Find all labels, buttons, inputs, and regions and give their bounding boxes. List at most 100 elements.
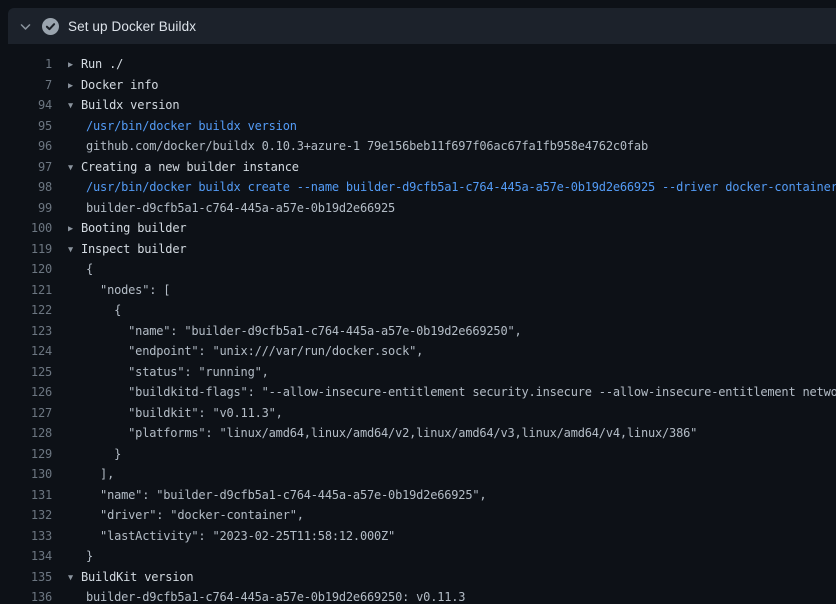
- line-number[interactable]: 126: [0, 382, 52, 403]
- log-group-line[interactable]: 97 ▼Creating a new builder instance: [0, 157, 836, 178]
- line-content: "platforms": "linux/amd64,linux/amd64/v2…: [68, 423, 836, 444]
- log-group-line[interactable]: 119 ▼Inspect builder: [0, 239, 836, 260]
- line-number[interactable]: 100: [0, 218, 52, 239]
- log-line: 123 "name": "builder-d9cfb5a1-c764-445a-…: [0, 321, 836, 342]
- line-number[interactable]: 99: [0, 198, 52, 219]
- log-line: 129 }: [0, 444, 836, 465]
- log-group-line[interactable]: 1 ▶Run ./: [0, 54, 836, 75]
- command-text: /usr/bin/docker buildx version: [86, 119, 297, 133]
- log-line: 120 {: [0, 259, 836, 280]
- triangle-expanded-icon[interactable]: ▼: [68, 568, 81, 588]
- output-text: "lastActivity": "2023-02-25T11:58:12.000…: [86, 529, 395, 543]
- triangle-collapsed-icon[interactable]: ▶: [68, 55, 81, 75]
- output-text: ],: [86, 467, 114, 481]
- group-title: Inspect builder: [81, 242, 186, 256]
- line-number[interactable]: 1: [0, 54, 52, 75]
- group-title: Buildx version: [81, 98, 179, 112]
- line-content: "buildkitd-flags": "--allow-insecure-ent…: [68, 382, 836, 403]
- line-content: /usr/bin/docker buildx version: [68, 116, 836, 137]
- output-text: "endpoint": "unix:///var/run/docker.sock…: [86, 344, 423, 358]
- log-line: 133 "lastActivity": "2023-02-25T11:58:12…: [0, 526, 836, 547]
- line-number[interactable]: 132: [0, 505, 52, 526]
- log-line: 95/usr/bin/docker buildx version: [0, 116, 836, 137]
- output-text: "driver": "docker-container",: [86, 508, 304, 522]
- output-text: {: [86, 303, 121, 317]
- triangle-expanded-icon[interactable]: ▼: [68, 158, 81, 178]
- output-text: "platforms": "linux/amd64,linux/amd64/v2…: [86, 426, 697, 440]
- triangle-expanded-icon[interactable]: ▼: [68, 96, 81, 116]
- output-text: "status": "running",: [86, 365, 269, 379]
- line-number[interactable]: 96: [0, 136, 52, 157]
- line-content: "status": "running",: [68, 362, 836, 383]
- output-text: "name": "builder-d9cfb5a1-c764-445a-a57e…: [86, 324, 522, 338]
- line-number[interactable]: 7: [0, 75, 52, 96]
- line-content: "driver": "docker-container",: [68, 505, 836, 526]
- log-line: 122 {: [0, 300, 836, 321]
- line-number[interactable]: 134: [0, 546, 52, 567]
- line-number[interactable]: 125: [0, 362, 52, 383]
- log-line: 98/usr/bin/docker buildx create --name b…: [0, 177, 836, 198]
- line-number[interactable]: 119: [0, 239, 52, 260]
- line-number[interactable]: 120: [0, 259, 52, 280]
- line-number[interactable]: 130: [0, 464, 52, 485]
- command-text: /usr/bin/docker buildx create --name bui…: [86, 180, 836, 194]
- output-text: "buildkit": "v0.11.3",: [86, 406, 283, 420]
- log-line: 130 ],: [0, 464, 836, 485]
- output-text: {: [86, 262, 93, 276]
- output-text: "buildkitd-flags": "--allow-insecure-ent…: [86, 385, 836, 399]
- line-number[interactable]: 133: [0, 526, 52, 547]
- line-number[interactable]: 131: [0, 485, 52, 506]
- line-number[interactable]: 121: [0, 280, 52, 301]
- log-line: 132 "driver": "docker-container",: [0, 505, 836, 526]
- line-number[interactable]: 129: [0, 444, 52, 465]
- line-number[interactable]: 128: [0, 423, 52, 444]
- group-line-content: ▶Run ./: [68, 54, 836, 75]
- log-viewer: 1▶Run ./7▶Docker info94▼Buildx version95…: [0, 44, 836, 604]
- line-number[interactable]: 127: [0, 403, 52, 424]
- log-group-line[interactable]: 7 ▶Docker info: [0, 75, 836, 96]
- output-text: "nodes": [: [86, 283, 170, 297]
- chevron-down-icon[interactable]: [8, 20, 42, 33]
- group-title: Booting builder: [81, 221, 186, 235]
- line-number[interactable]: 135: [0, 567, 52, 588]
- line-number[interactable]: 98: [0, 177, 52, 198]
- group-line-content: ▶Booting builder: [68, 218, 836, 239]
- log-line: 127 "buildkit": "v0.11.3",: [0, 403, 836, 424]
- line-content: builder-d9cfb5a1-c764-445a-a57e-0b19d2e6…: [68, 587, 836, 604]
- log-group-line[interactable]: 135 ▼BuildKit version: [0, 567, 836, 588]
- group-line-content: ▼Inspect builder: [68, 239, 836, 260]
- log-line: 126 "buildkitd-flags": "--allow-insecure…: [0, 382, 836, 403]
- log-line: 96 github.com/docker/buildx 0.10.3+azure-…: [0, 136, 836, 157]
- line-number[interactable]: 124: [0, 341, 52, 362]
- triangle-collapsed-icon[interactable]: ▶: [68, 76, 81, 96]
- line-content: /usr/bin/docker buildx create --name bui…: [68, 177, 836, 198]
- line-number[interactable]: 95: [0, 116, 52, 137]
- group-title: Docker info: [81, 78, 158, 92]
- line-content: }: [68, 444, 836, 465]
- line-content: "name": "builder-d9cfb5a1-c764-445a-a57e…: [68, 321, 836, 342]
- line-number[interactable]: 122: [0, 300, 52, 321]
- triangle-collapsed-icon[interactable]: ▶: [68, 219, 81, 239]
- log-line: 124 "endpoint": "unix:///var/run/docker.…: [0, 341, 836, 362]
- line-number[interactable]: 94: [0, 95, 52, 116]
- log-line: 128 "platforms": "linux/amd64,linux/amd6…: [0, 423, 836, 444]
- group-title: Creating a new builder instance: [81, 160, 299, 174]
- line-content: "lastActivity": "2023-02-25T11:58:12.000…: [68, 526, 836, 547]
- line-content: "endpoint": "unix:///var/run/docker.sock…: [68, 341, 836, 362]
- line-content: builder-d9cfb5a1-c764-445a-a57e-0b19d2e6…: [68, 198, 836, 219]
- line-content: "nodes": [: [68, 280, 836, 301]
- log-group-line[interactable]: 94 ▼Buildx version: [0, 95, 836, 116]
- log-group-line[interactable]: 100 ▶Booting builder: [0, 218, 836, 239]
- output-text: builder-d9cfb5a1-c764-445a-a57e-0b19d2e6…: [86, 590, 465, 604]
- line-number[interactable]: 97: [0, 157, 52, 178]
- line-number[interactable]: 136: [0, 587, 52, 604]
- output-text: "name": "builder-d9cfb5a1-c764-445a-a57e…: [86, 488, 486, 502]
- line-content: }: [68, 546, 836, 567]
- group-title: Run ./: [81, 57, 123, 71]
- line-number[interactable]: 123: [0, 321, 52, 342]
- triangle-expanded-icon[interactable]: ▼: [68, 240, 81, 260]
- line-content: github.com/docker/buildx 0.10.3+azure-1 …: [68, 136, 836, 157]
- step-header[interactable]: Set up Docker Buildx: [8, 8, 836, 44]
- group-title: BuildKit version: [81, 570, 193, 584]
- output-text: }: [86, 447, 121, 461]
